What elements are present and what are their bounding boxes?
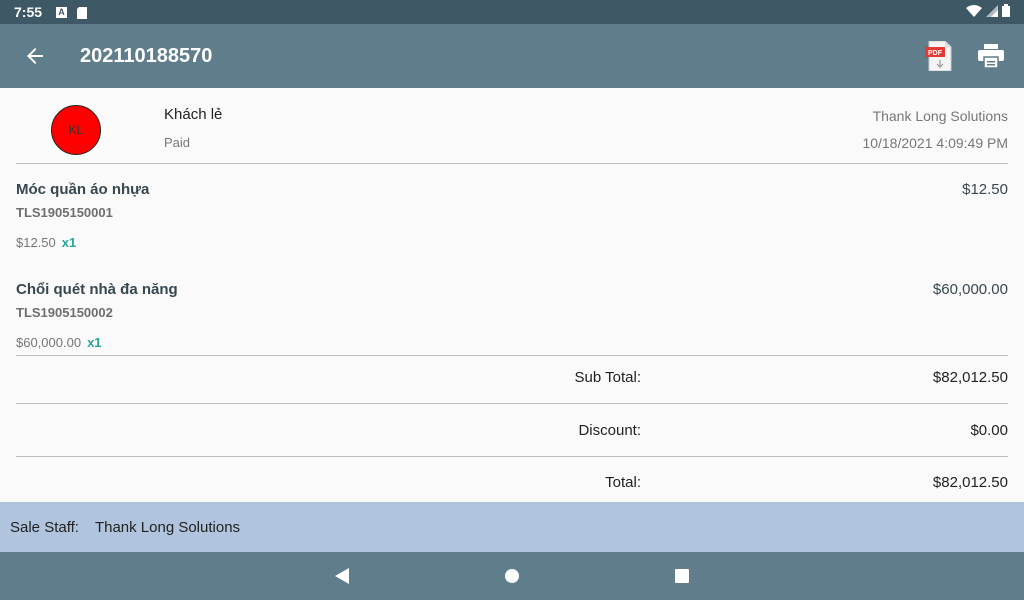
total-row: Total: $82,012.50 bbox=[16, 474, 1008, 504]
customer-name: Khách lẻ bbox=[164, 106, 223, 123]
total-value: $82,012.50 bbox=[932, 474, 1008, 491]
square-recents-icon bbox=[675, 569, 689, 583]
total-label: Total: bbox=[605, 474, 641, 491]
app-bar: 202110188570 PDF bbox=[0, 24, 1024, 88]
subtotal-value: $82,012.50 bbox=[932, 369, 1008, 386]
order-datetime: 10/18/2021 4:09:49 PM bbox=[862, 135, 1008, 151]
item-quantity: x1 bbox=[61, 235, 77, 250]
nav-home-button[interactable] bbox=[497, 561, 527, 591]
item-name: Chổi quét nhà đa năng bbox=[16, 281, 178, 298]
pdf-icon: PDF bbox=[925, 41, 952, 71]
sale-staff-label: Sale Staff: bbox=[10, 518, 79, 536]
item-sku: TLS1905150001 bbox=[16, 205, 113, 220]
subtotal-row: Sub Total: $82,012.50 bbox=[16, 369, 1008, 399]
app-bar-actions: PDF bbox=[924, 41, 1006, 71]
discount-row: Discount: $0.00 bbox=[16, 422, 1008, 452]
signal-icon bbox=[986, 4, 998, 20]
print-button[interactable] bbox=[976, 41, 1006, 71]
a-notification-icon: A bbox=[56, 6, 68, 18]
divider bbox=[16, 456, 1008, 457]
status-bar: 7:55 A bbox=[0, 0, 1024, 24]
arrow-back-icon bbox=[27, 48, 43, 64]
item-unit-price: $12.50 x1 bbox=[16, 235, 77, 250]
back-button[interactable] bbox=[15, 36, 55, 76]
circle-home-icon bbox=[505, 569, 519, 583]
nav-recents-button[interactable] bbox=[667, 561, 697, 591]
list-item[interactable]: Chổi quét nhà đa năng TLS1905150002 $60,… bbox=[16, 281, 1008, 371]
divider bbox=[16, 355, 1008, 356]
nav-back-button[interactable] bbox=[327, 561, 357, 591]
sd-card-icon bbox=[77, 6, 88, 19]
item-sku: TLS1905150002 bbox=[16, 305, 113, 320]
item-name: Móc quần áo nhựa bbox=[16, 181, 150, 198]
sale-staff-bar: Sale Staff: Thank Long Solutions bbox=[0, 502, 1024, 552]
page-title: 202110188570 bbox=[80, 44, 213, 67]
discount-value: $0.00 bbox=[970, 422, 1008, 439]
sale-staff-name: Thank Long Solutions bbox=[94, 518, 241, 536]
print-icon bbox=[978, 44, 1004, 68]
battery-icon bbox=[1002, 4, 1010, 20]
avatar-initials: KL bbox=[68, 123, 84, 137]
status-icons bbox=[966, 4, 1010, 20]
wifi-icon bbox=[966, 4, 982, 20]
item-unit-price: $60,000.00 x1 bbox=[16, 335, 102, 350]
item-amount: $60,000.00 bbox=[932, 281, 1008, 298]
item-amount: $12.50 bbox=[962, 181, 1008, 198]
svg-text:PDF: PDF bbox=[928, 50, 943, 57]
divider bbox=[16, 403, 1008, 404]
discount-label: Discount: bbox=[578, 422, 641, 439]
pdf-button[interactable]: PDF bbox=[924, 41, 954, 71]
avatar: KL bbox=[51, 105, 101, 155]
company-name: Thank Long Solutions bbox=[872, 108, 1008, 124]
item-quantity: x1 bbox=[87, 335, 102, 350]
list-item[interactable]: Móc quần áo nhựa TLS1905150001 $12.50 x1 … bbox=[16, 181, 1008, 271]
subtotal-label: Sub Total: bbox=[574, 369, 641, 386]
order-detail: KL Khách lẻ Paid Thank Long Solutions 10… bbox=[0, 88, 1024, 502]
payment-status: Paid bbox=[164, 135, 191, 150]
system-nav-bar bbox=[0, 552, 1024, 600]
divider bbox=[16, 163, 1008, 164]
status-time: 7:55 bbox=[14, 4, 43, 20]
order-header: KL Khách lẻ Paid Thank Long Solutions 10… bbox=[0, 88, 1024, 164]
triangle-back-icon bbox=[335, 568, 349, 584]
